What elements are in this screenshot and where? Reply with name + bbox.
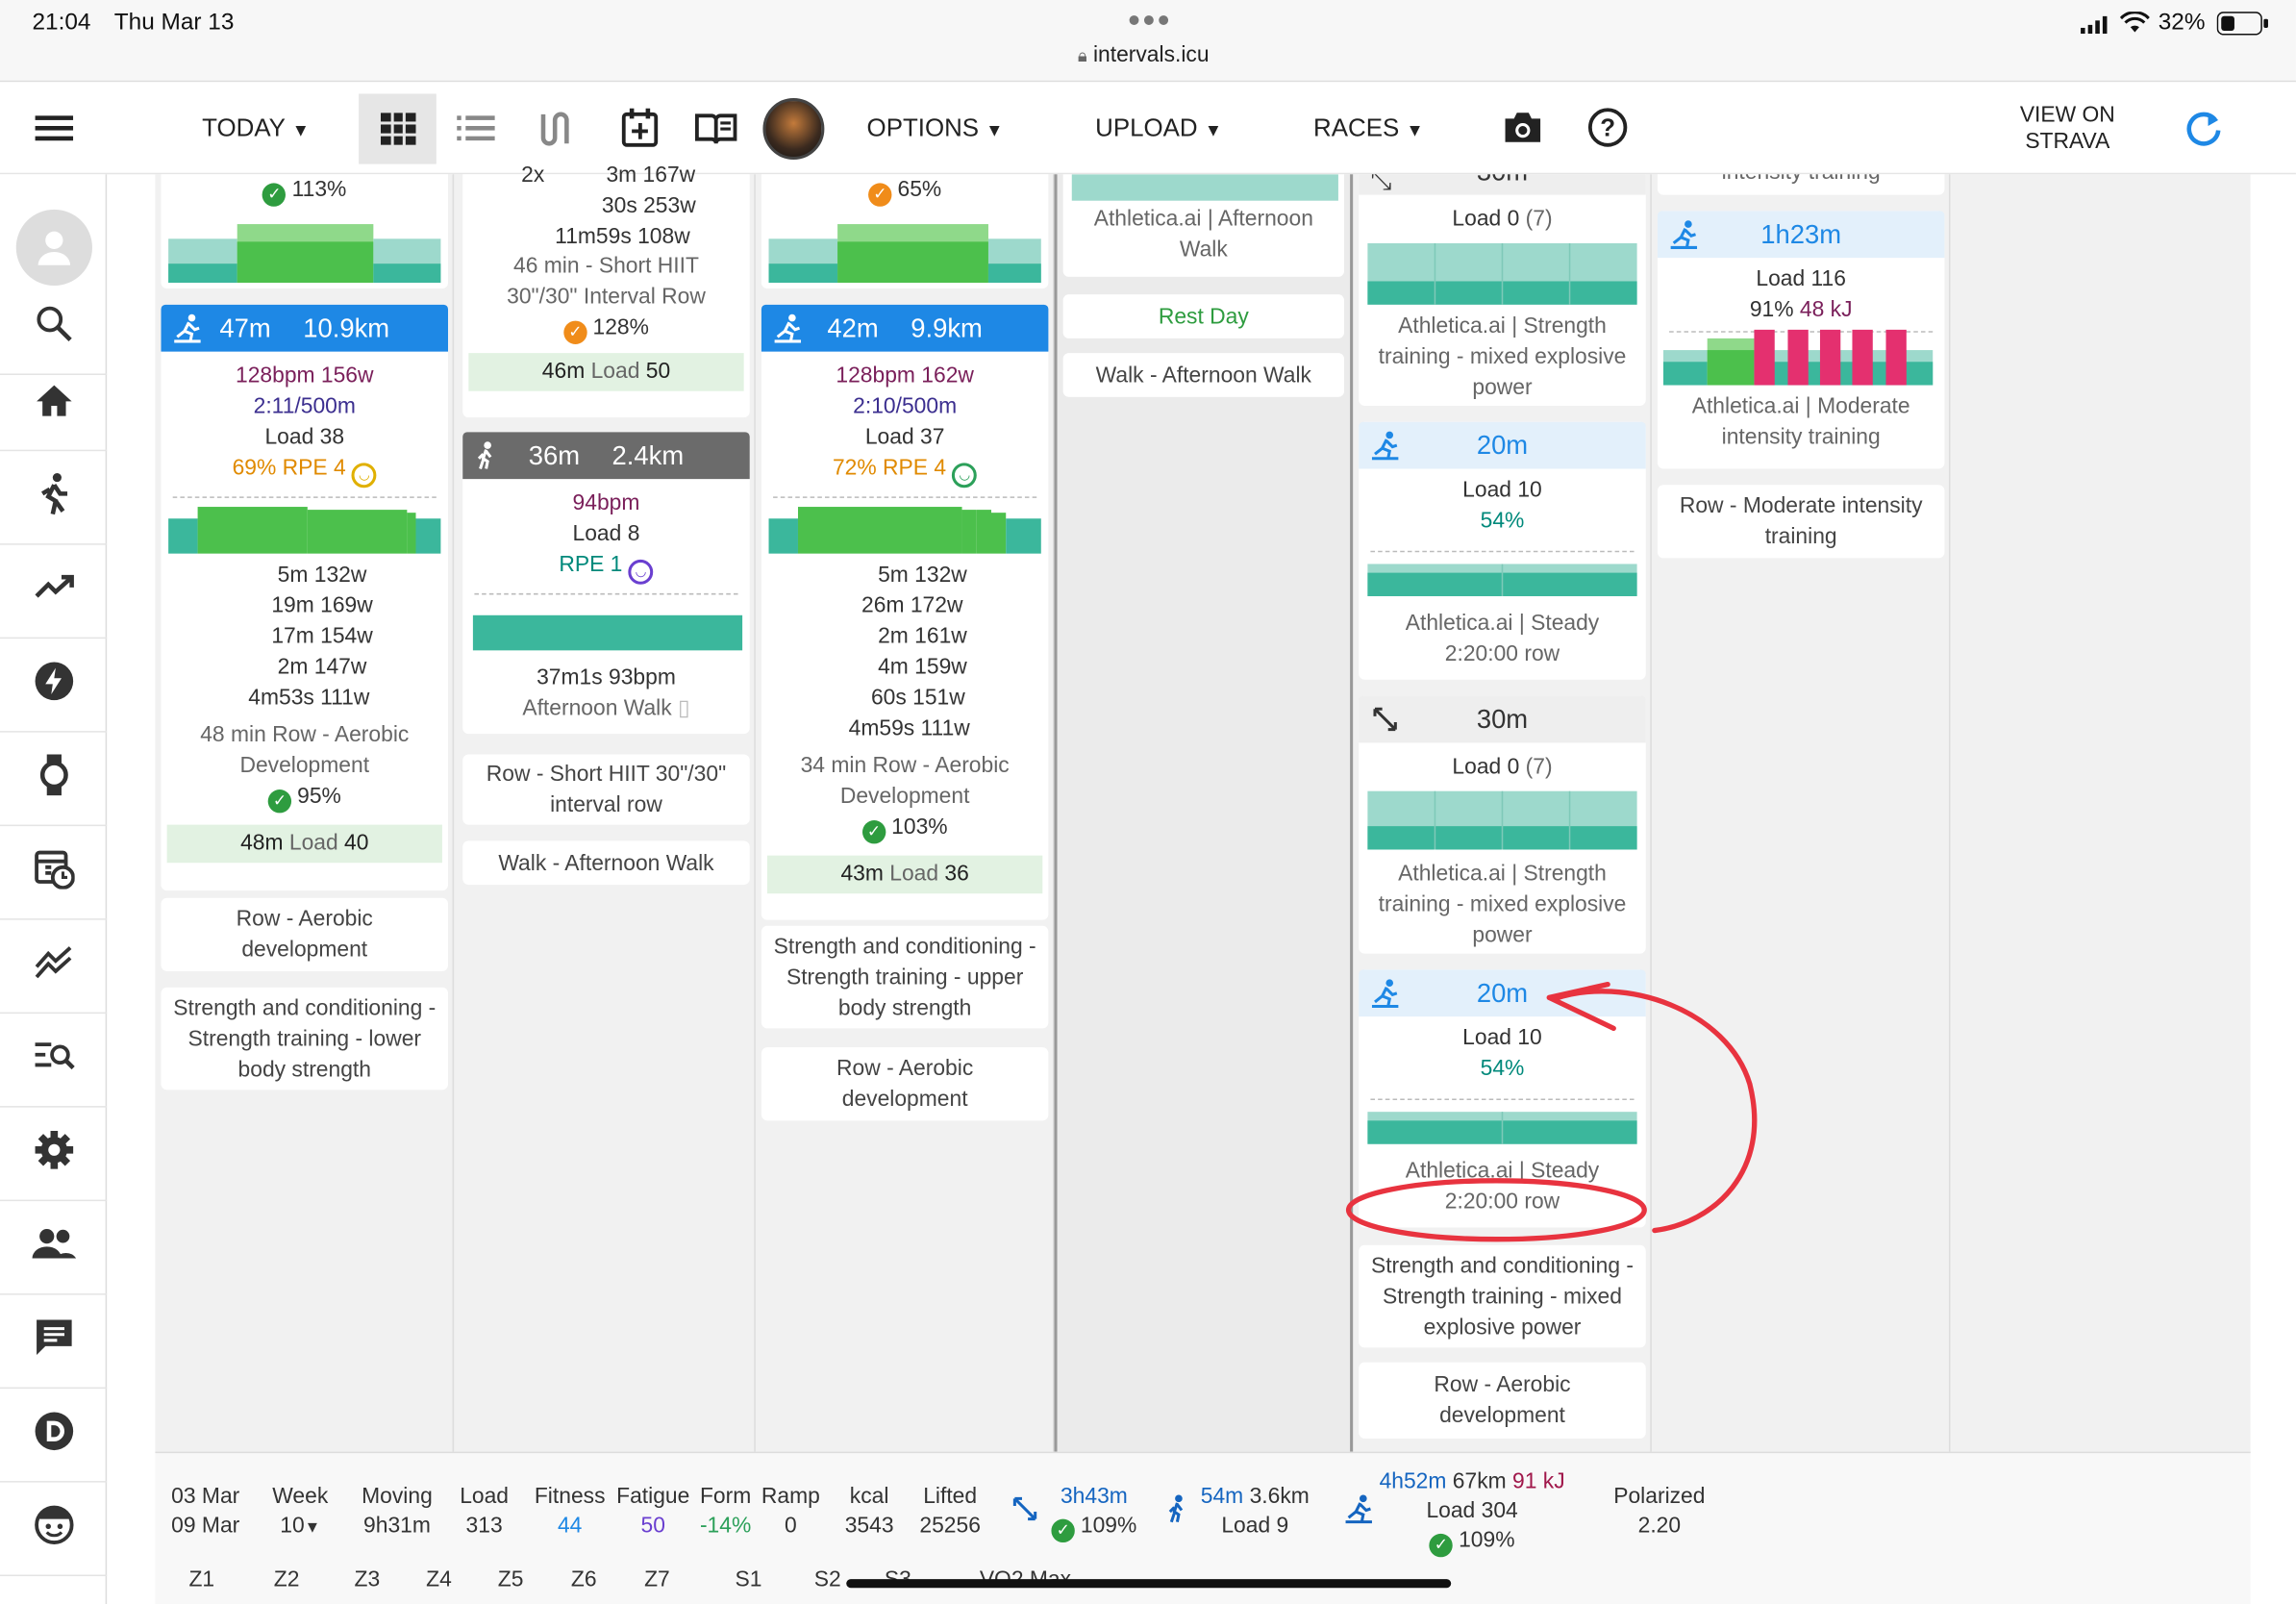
check-icon: ✓ bbox=[1429, 1533, 1454, 1558]
home-indicator[interactable] bbox=[846, 1579, 1452, 1589]
week-number[interactable]: Week 10▼ bbox=[272, 1483, 328, 1542]
caret-down-icon: ▼ bbox=[304, 1518, 321, 1537]
strength-icon bbox=[1011, 1494, 1039, 1530]
rowing-icon bbox=[1344, 1494, 1373, 1530]
check-icon: ✓ bbox=[1051, 1518, 1075, 1543]
annotation-circle-arrow bbox=[1345, 981, 1758, 1242]
week-dates: 03 Mar 09 Mar bbox=[171, 1484, 240, 1539]
walking-icon bbox=[1165, 1494, 1188, 1530]
